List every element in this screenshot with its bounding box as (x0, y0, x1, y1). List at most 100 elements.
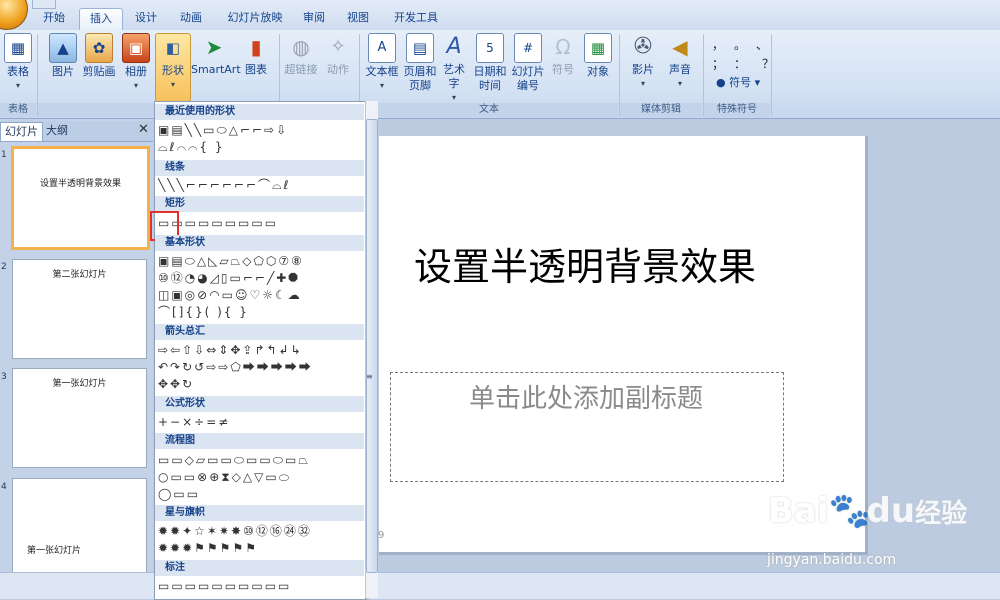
chevron-down-icon: ▾ (133, 81, 138, 90)
gallery-section-rectangles: 矩形 (155, 196, 364, 212)
horizontal-scrollbar[interactable] (0, 572, 1000, 599)
date-time-button[interactable]: 5 日期和 时间 (472, 33, 508, 93)
photo-album-button[interactable]: ▣ 相册 ▾ (120, 33, 152, 93)
smartart-icon: ➤ (205, 35, 223, 59)
smartart-button[interactable]: ➤ SmartArt (191, 33, 241, 77)
grip-icon[interactable]: ≡ (366, 372, 373, 381)
tab-animation[interactable]: 动画 (173, 8, 209, 28)
tab-design[interactable]: 设计 (129, 8, 163, 28)
shape-row[interactable]: ▭▭◇▱▭▭⬭▭▭⬭▭⏢ (158, 453, 362, 468)
symbol-label: 符号 (552, 63, 574, 76)
shape-row[interactable]: ▣▤╲╲▭⬭△⌐⌐⇨⇩ (158, 123, 362, 138)
tab-view[interactable]: 视图 (341, 8, 375, 28)
tab-slideshow[interactable]: 幻灯片放映 (219, 8, 291, 28)
gallery-section-callouts: 标注 (155, 560, 364, 576)
special-symbols-row-1[interactable]: ，。、 (712, 36, 784, 53)
wordart-label: 艺术字 (443, 63, 465, 90)
photo-album-icon: ▣ (122, 33, 150, 63)
object-label: 对象 (587, 65, 609, 78)
hyperlink-icon: ◍ (292, 35, 310, 59)
chevron-down-icon: ▾ (754, 76, 761, 89)
shapes-button[interactable]: ◧ 形状 ▾ (155, 33, 191, 102)
tab-insert[interactable]: 插入 (79, 8, 123, 31)
table-button[interactable]: ▦ 表格 ▾ (2, 33, 34, 93)
date-time-icon: 5 (476, 33, 504, 63)
shape-row[interactable]: ○▭▭⊗⊕⧗◇△▽▭⬭ (158, 470, 362, 485)
slide-thumbnail-3[interactable]: 第一张幻灯片 (12, 368, 147, 468)
slide-page-mark: 9 (378, 530, 385, 541)
gallery-section-recent: 最近使用的形状 (155, 104, 364, 120)
slide-number-label: 2 (1, 262, 7, 272)
header-footer-button[interactable]: ▤ 页眉和 页脚 (402, 33, 438, 93)
movie-label: 影片 (632, 63, 654, 76)
symbol-button[interactable]: Ω 符号 (548, 33, 578, 77)
tab-outline[interactable]: 大纲 (42, 122, 72, 140)
slide-thumbnail-2[interactable]: 第二张幻灯片 (12, 259, 147, 359)
shape-row[interactable]: ✹✹✹⚑⚑⚑⚑⚑ (158, 541, 362, 556)
slide-thumbnail-1[interactable]: 设置半透明背景效果 (11, 146, 150, 250)
tab-review[interactable]: 审阅 (297, 8, 331, 28)
table-icon: ▦ (4, 33, 32, 63)
chevron-down-icon: ▾ (677, 79, 682, 88)
shape-row[interactable]: ↶↷↻↺⇨⇨⬠⮕⮕⮕⮕⮕ (158, 360, 362, 375)
shape-row[interactable]: ⑩⑫◔◕◿▯▭⌐⌐╱✚⯃ (158, 271, 362, 286)
movie-button[interactable]: ✇ 影片 ▾ (626, 33, 660, 91)
action-label: 动作 (327, 63, 349, 76)
omega-icon: Ω (555, 35, 571, 59)
date-time-label: 日期和 时间 (473, 65, 507, 92)
header-footer-icon: ▤ (406, 33, 434, 63)
gallery-scroll-thumb[interactable] (366, 119, 378, 573)
clipart-label: 剪贴画 (82, 65, 116, 78)
tab-home[interactable]: 开始 (38, 8, 70, 28)
clipart-icon: ✿ (85, 33, 113, 63)
shape-row[interactable]: ✹✹✦☆✶✷✸⑩⑫⑯㉔㉜ (158, 524, 362, 539)
shape-row[interactable]: ◯▭▭ (158, 487, 362, 502)
gallery-section-flowchart: 流程图 (155, 433, 364, 449)
clipart-button[interactable]: ✿ 剪贴画 (82, 33, 116, 79)
sound-button[interactable]: ◀ 声音 ▾ (664, 33, 696, 91)
shapes-label: 形状 (162, 64, 184, 77)
special-symbol-button[interactable]: ● 符号 ▾ (716, 74, 760, 90)
slide-title[interactable]: 设置半透明背景效果 (390, 236, 780, 291)
hyperlink-button[interactable]: ◍ 超链接 (283, 33, 319, 77)
gallery-section-lines: 线条 (155, 160, 364, 176)
header-footer-label: 页眉和 页脚 (403, 65, 437, 92)
chart-button[interactable]: ▮ 图表 (240, 33, 272, 77)
gallery-section-stars: 星与旗帜 (155, 505, 364, 521)
movie-icon: ✇ (633, 34, 653, 59)
action-button[interactable]: ✧ 动作 (323, 33, 353, 77)
group-label-media: 媒体剪辑 (620, 103, 702, 117)
shape-row[interactable]: ▭▭▭▭▭▭▭▭▭ (158, 216, 362, 231)
shape-row[interactable]: ▣▤⬭△◺▱⏢◇⬠⬡⑦⑧ (158, 254, 362, 269)
textbox-icon: A (368, 33, 396, 63)
special-symbols-row-2[interactable]: ；：？ (712, 55, 790, 72)
shape-row[interactable]: ⌒[]{}( ){ } (158, 305, 362, 320)
shape-row[interactable]: ◫▣◎⊘◠▭☺♡☼☾☁ (158, 288, 362, 303)
shape-row[interactable]: ╲╲╲⌐⌐⌐⌐⌐⌐⌒⌓ℓ (158, 178, 362, 193)
group-label-special-symbols: 特殊符号 (704, 103, 770, 117)
group-label-tables: 表格 (0, 103, 36, 117)
close-icon[interactable]: ✕ (138, 122, 149, 137)
textbox-button[interactable]: A 文本框 ▾ (364, 33, 400, 93)
object-icon: ▦ (584, 33, 612, 63)
paw-icon: 🐾 (828, 491, 871, 531)
group-divider (771, 34, 772, 116)
shape-row[interactable]: ▭▭▭▭▭▭▭▭▭▭ (158, 579, 362, 594)
tab-developer[interactable]: 开发工具 (388, 8, 444, 28)
slide-thumbnail-4[interactable]: 第一张幻灯片 (12, 478, 147, 578)
shape-row[interactable]: ✥✥↻ (158, 377, 362, 392)
baidu-watermark: Bai🐾du经验 (768, 491, 967, 531)
wordart-button[interactable]: A 艺术字 ▾ (438, 33, 470, 105)
watermark-brand-2: du (866, 491, 916, 531)
object-button[interactable]: ▦ 对象 (582, 33, 614, 79)
tab-slides[interactable]: 幻灯片 (0, 122, 43, 141)
picture-icon: ▲ (49, 33, 77, 63)
slide-number-label: 3 (1, 372, 7, 382)
watermark-brand-3: 经验 (915, 499, 968, 529)
shape-row[interactable]: +−×÷=≠ (158, 415, 362, 430)
subtitle-placeholder[interactable]: 单击此处添加副标题 (392, 378, 780, 415)
picture-button[interactable]: ▲ 图片 (46, 33, 80, 79)
shape-row[interactable]: ⇨⇦⇧⇩⇔⇕✥⇪↱↰↲↳ (158, 343, 362, 358)
shape-row[interactable]: ⌓ℓ⌒⌒{ } (158, 140, 362, 155)
slide-number-button[interactable]: # 幻灯片 编号 (510, 33, 546, 93)
